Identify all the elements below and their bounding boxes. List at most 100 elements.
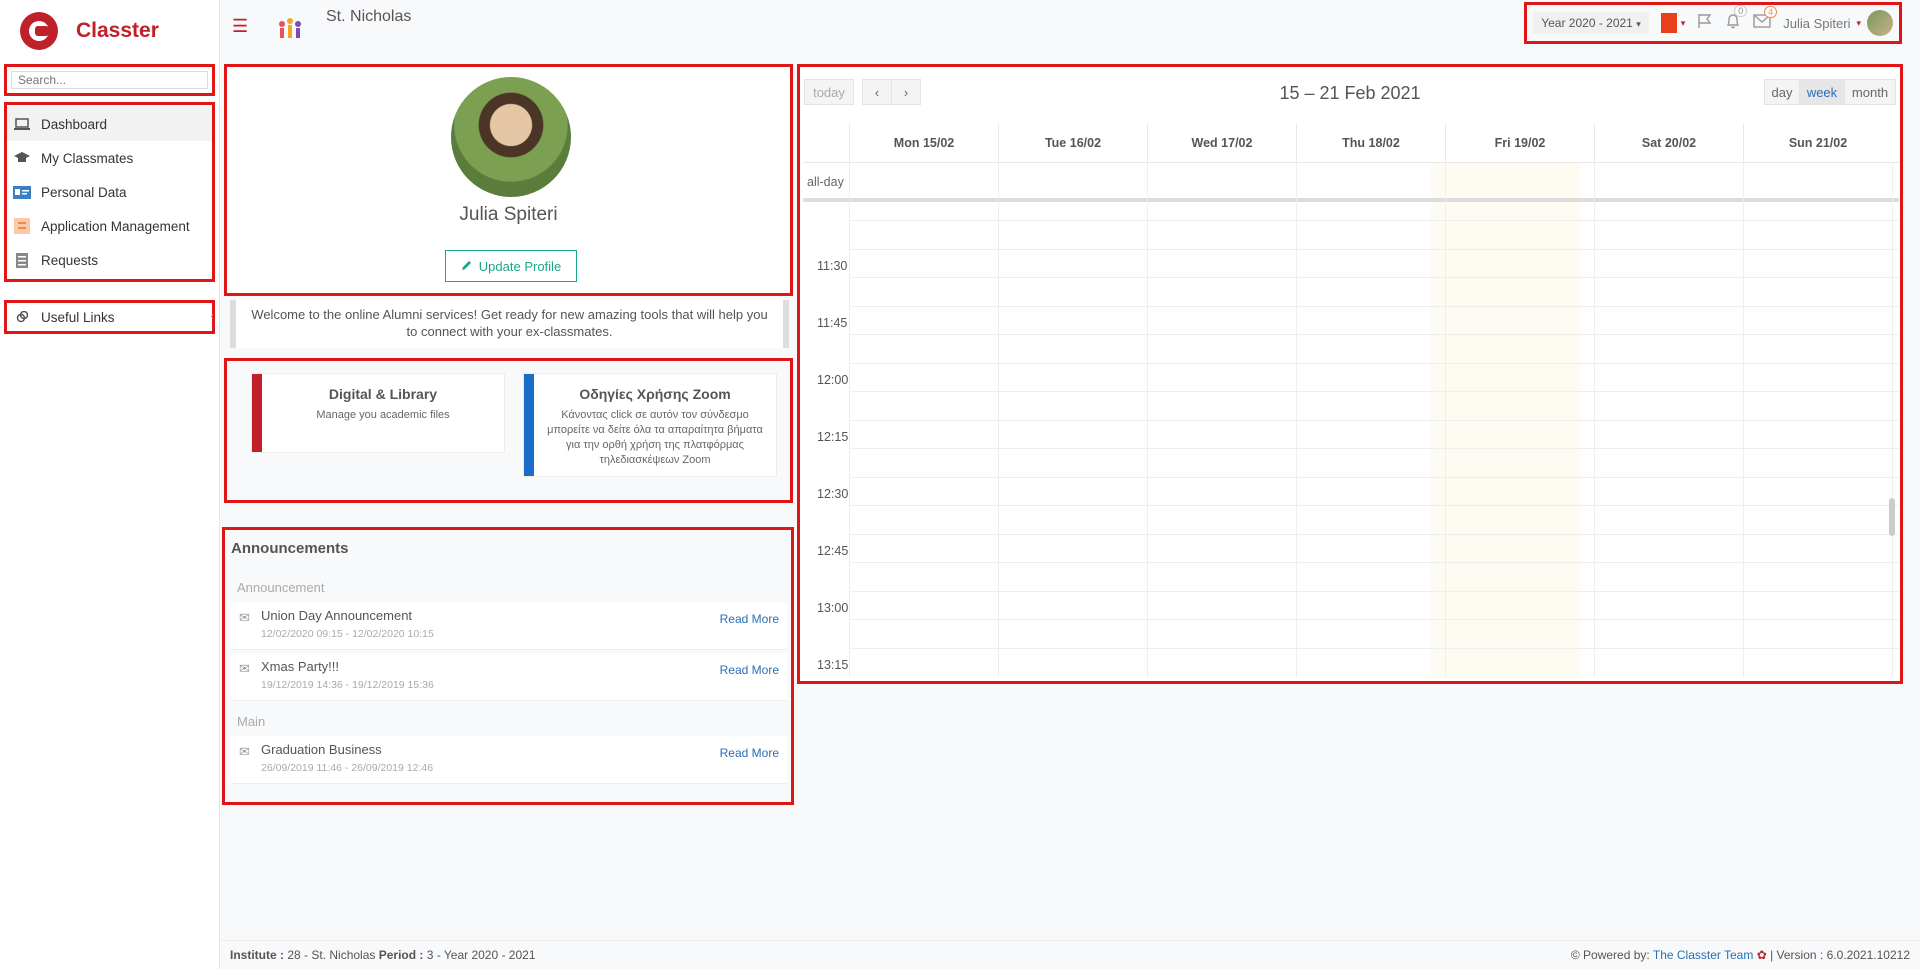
announcement-group-label: Announcement [237,580,325,595]
classter-small-logo-icon: ✿ [1756,948,1767,962]
slot-line [849,477,1899,478]
user-menu[interactable]: Julia Spiteri ▾ [1783,10,1893,36]
slot-line [849,648,1899,649]
profile-name: Julia Spiteri [459,204,558,225]
announcement-date: 26/09/2019 11:46 - 26/09/2019 12:46 [261,762,434,774]
day-header[interactable]: Fri 19/02 [1445,124,1594,162]
day-header[interactable]: Tue 16/02 [998,124,1147,162]
slot-line [849,619,1899,620]
hamburger-menu-icon[interactable]: ☰ [232,16,248,37]
slot-line [849,277,1899,278]
period-value: 3 - Year 2020 - 2021 [426,948,536,962]
app-name: Classter [76,19,159,42]
time-label: 12:30 [817,487,849,501]
read-more-link[interactable]: Read More [720,746,779,760]
envelope-icon: ✉ [239,661,250,676]
classter-team-link[interactable]: The Classter Team [1653,948,1753,962]
day-header[interactable]: Wed 17/02 [1147,124,1296,162]
sidebar-item-personal-data[interactable]: Personal Data [7,175,212,209]
quick-links-panel: Digital & Library Manage you academic fi… [224,358,793,503]
chevron-left-icon: ‹ [874,84,880,100]
messages-envelope-icon[interactable]: 4 [1753,5,1778,33]
user-name: Julia Spiteri [1783,15,1851,31]
footer-powered-by: © Powered by: The Classter Team ✿ | Vers… [1571,948,1910,962]
year-selector[interactable]: Year 2020 - 2021 ▾ [1533,12,1649,34]
day-header[interactable]: Sun 21/02 [1743,124,1892,162]
update-profile-label: Update Profile [478,258,562,274]
zoom-guide-card[interactable]: Οδηγίες Χρήσης Zoom Κάνοντας click σε αυ… [523,373,777,477]
view-day-button[interactable]: day [1764,79,1800,105]
update-profile-button[interactable]: Update Profile [445,250,577,282]
messages-count-badge: 4 [1764,5,1778,18]
footer: Institute : 28 - St. Nicholas Period : 3… [220,940,1920,969]
avatar [1867,10,1893,36]
classter-logo-icon [20,12,58,50]
calendar-grid: Mon 15/02 Tue 16/02 Wed 17/02 Thu 18/02 … [803,124,1899,677]
digital-library-card[interactable]: Digital & Library Manage you academic fi… [251,373,505,453]
slot-line [849,391,1899,392]
graduation-cap-icon [13,151,31,165]
office-menu[interactable]: ▾ [1660,13,1686,33]
sidebar-item-my-classmates[interactable]: My Classmates [7,141,212,175]
view-month-button[interactable]: month [1844,79,1896,105]
sidebar-item-application-management[interactable]: Application Management [7,209,212,243]
announcement-date: 12/02/2020 09:15 - 12/02/2020 10:15 [261,628,434,640]
day-header[interactable]: Thu 18/02 [1296,124,1445,162]
prev-week-button[interactable]: ‹ [862,79,892,105]
welcome-message: Welcome to the online Alumni services! G… [230,300,789,348]
announcement-item: ✉ Xmas Party!!! 19/12/2019 14:36 - 19/12… [231,653,787,701]
footer-institute-info: Institute : 28 - St. Nicholas Period : 3… [230,948,536,962]
allday-row: all-day [803,162,1899,202]
search-input[interactable] [11,71,208,89]
top-right-toolbar: Year 2020 - 2021 ▾ ▾ 0 4 Julia Spiteri ▾ [1524,2,1902,44]
search-box [4,64,215,96]
announcement-item: ✉ Union Day Announcement 12/02/2020 09:1… [231,602,787,650]
sidebar-item-label: Useful Links [41,309,115,325]
application-icon [13,218,31,234]
caret-down-icon: ▾ [1636,19,1641,29]
sidebar-item-dashboard[interactable]: Dashboard [7,107,212,141]
school-name: St. Nicholas [326,8,412,25]
calendar-scrollbar[interactable] [1889,498,1895,536]
chevron-right-icon: › [903,84,909,100]
sidebar-item-useful-links[interactable]: Useful Links ‹ [4,300,215,334]
today-button[interactable]: today [804,79,854,105]
read-more-link[interactable]: Read More [720,612,779,626]
sidebar-item-requests[interactable]: Requests [7,243,212,277]
announcement-title: Graduation Business [261,742,382,757]
office-icon [1660,13,1677,33]
requests-icon [13,252,31,268]
flag-icon[interactable] [1697,13,1713,34]
announcement-group-label: Main [237,714,266,729]
announcement-title: Xmas Party!!! [261,659,340,674]
envelope-icon: ✉ [239,610,250,625]
slot-line [849,363,1899,364]
day-header[interactable]: Mon 15/02 [849,124,998,162]
app-logo[interactable]: Classter [0,0,219,62]
sidebar: Classter Dashboard My Classmates Persona… [0,0,220,969]
slot-line [849,448,1899,449]
time-label: 12:15 [817,430,849,444]
day-header[interactable]: Sat 20/02 [1594,124,1743,162]
card-accent-bar [524,374,534,476]
main-nav: Dashboard My Classmates Personal Data Ap… [4,102,215,282]
next-week-button[interactable]: › [891,79,921,105]
link-icon [13,310,31,324]
powered-by-label: Powered by: [1583,948,1650,962]
notifications-count-badge: 0 [1734,4,1748,17]
version-text: | Version : 6.0.2021.10212 [1770,948,1910,962]
time-label: 12:45 [817,544,849,558]
sidebar-item-label: Dashboard [41,116,108,132]
allday-label: all-day [807,175,844,189]
year-selector-value: Year 2020 - 2021 [1541,16,1633,30]
sidebar-item-label: Requests [41,252,99,268]
view-week-button[interactable]: week [1799,79,1845,105]
card-accent-bar [252,374,262,452]
slot-line [849,420,1899,421]
slot-line [849,591,1899,592]
chevron-left-icon[interactable]: ‹ [211,311,214,322]
period-label: Period : [378,948,424,962]
notifications-bell-icon[interactable]: 0 [1725,4,1748,34]
read-more-link[interactable]: Read More [720,663,779,677]
caret-down-icon: ▾ [1680,17,1686,28]
